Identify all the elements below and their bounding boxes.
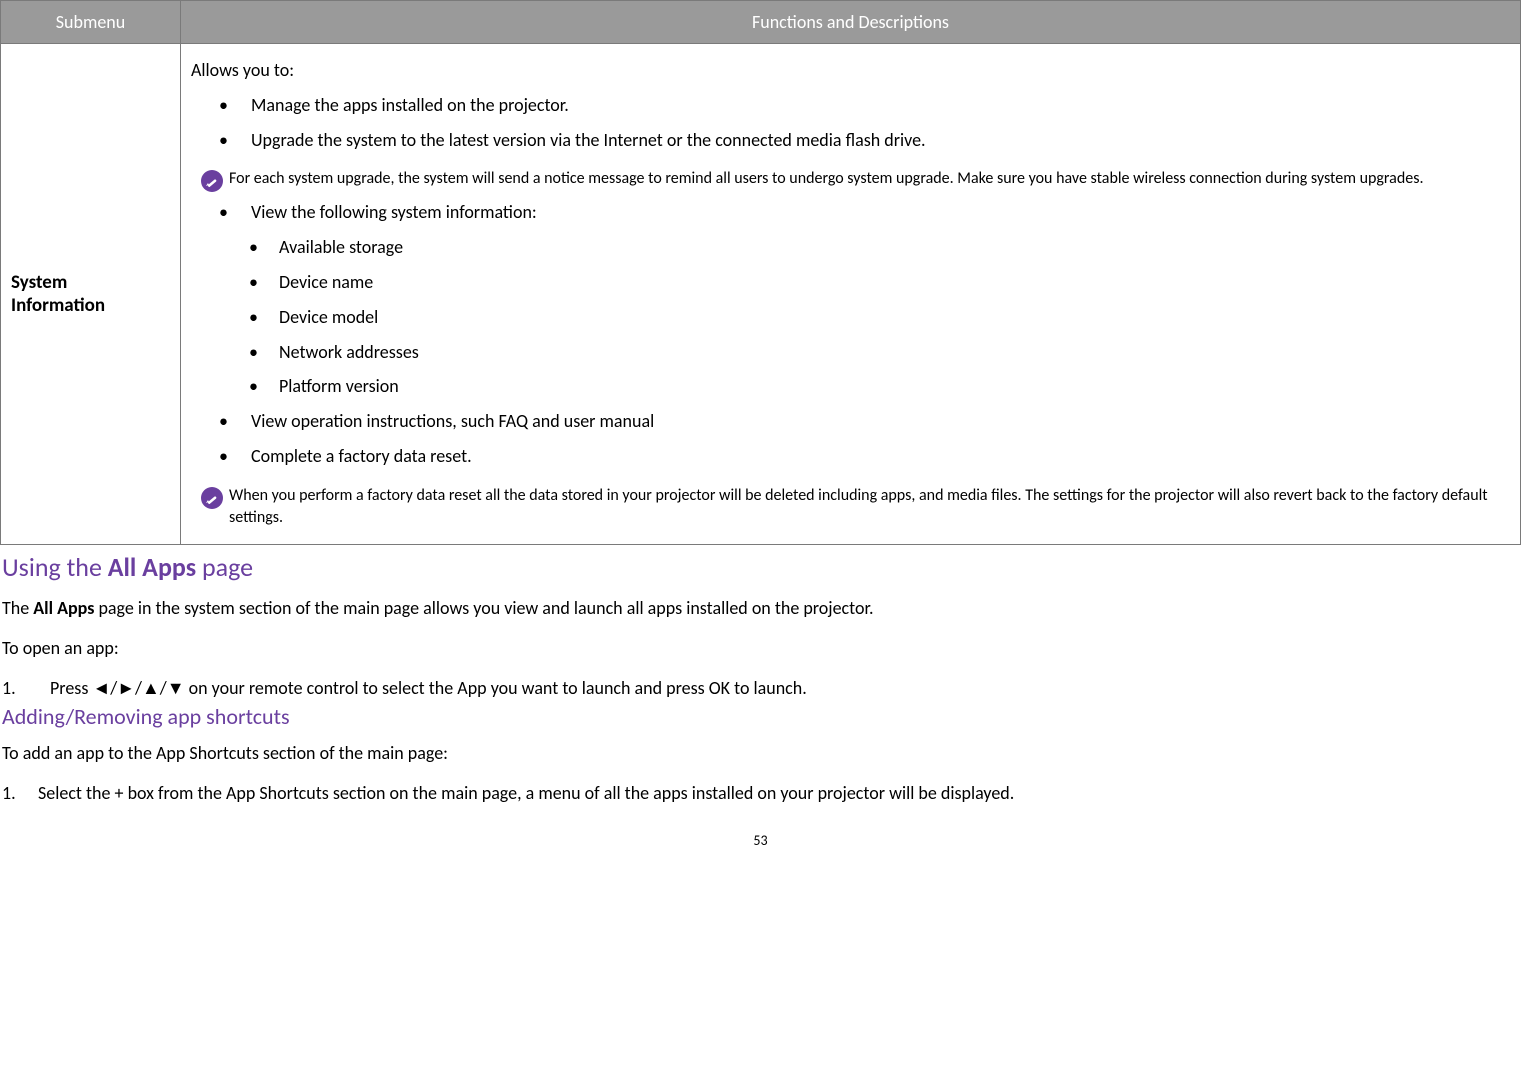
- submenu-table: Submenu Functions and Descriptions Syste…: [0, 0, 1521, 545]
- note-text: When you perform a factory data reset al…: [229, 485, 1510, 530]
- note-block: When you perform a factory data reset al…: [201, 485, 1510, 530]
- row-description: Allows you to: Manage the apps installed…: [181, 44, 1521, 545]
- heading-post: page: [196, 551, 253, 583]
- list-item: View the following system information:: [191, 198, 1510, 227]
- step-pre: Select the: [38, 782, 115, 804]
- page-number: 53: [0, 832, 1521, 849]
- intro-text: Allows you to:: [191, 56, 1510, 85]
- ok-key: OK: [709, 677, 730, 699]
- list-item: Device name: [191, 268, 1510, 297]
- table-header-functions: Functions and Descriptions: [181, 1, 1521, 44]
- list-item: View operation instructions, such FAQ an…: [191, 407, 1510, 436]
- body-paragraph: To add an app to the App Shortcuts secti…: [2, 742, 1521, 764]
- step-pre: Press: [50, 677, 92, 699]
- list-item: Platform version: [191, 372, 1510, 401]
- list-item: 1. Press ◄/►/▲/▼ on your remote control …: [2, 677, 1521, 699]
- step-post: to launch.: [730, 677, 807, 699]
- row-title-line2: Information: [11, 294, 105, 317]
- row-title-line1: System: [11, 271, 67, 294]
- pencil-note-icon: [201, 170, 223, 192]
- step-post: box from the App Shortcuts section on th…: [124, 782, 1015, 804]
- heading-pre: Using the: [2, 551, 108, 583]
- ordered-list: 1. Press ◄/►/▲/▼ on your remote control …: [2, 677, 1521, 699]
- section-heading-all-apps: Using the All Apps page: [2, 551, 1521, 583]
- ordered-list: 1. Select the + box from the App Shortcu…: [2, 782, 1521, 804]
- list-item: Complete a factory data reset.: [191, 442, 1510, 471]
- p1-bold: All Apps: [33, 597, 94, 619]
- p1-post: page in the system section of the main p…: [94, 597, 873, 619]
- list-item: Available storage: [191, 233, 1510, 262]
- list-item: Manage the apps installed on the project…: [191, 91, 1510, 120]
- p1-pre: The: [2, 597, 33, 619]
- note-block: For each system upgrade, the system will…: [201, 168, 1510, 192]
- list-item: Device model: [191, 303, 1510, 332]
- body-paragraph: To open an app:: [2, 637, 1521, 659]
- step-number: 1.: [2, 677, 16, 699]
- step-mid: on your remote control to select the App…: [185, 677, 709, 699]
- direction-keys: ◄/►/▲/▼: [92, 677, 184, 699]
- row-title: System Information: [1, 44, 181, 545]
- list-item: Upgrade the system to the latest version…: [191, 126, 1510, 155]
- step-number: 1.: [2, 782, 16, 804]
- sub-heading-shortcuts: Adding/Removing app shortcuts: [2, 703, 1521, 730]
- heading-bold: All Apps: [108, 551, 196, 583]
- plus-key: +: [115, 782, 124, 804]
- table-header-submenu: Submenu: [1, 1, 181, 44]
- table-row: System Information Allows you to: Manage…: [1, 44, 1521, 545]
- note-text: For each system upgrade, the system will…: [229, 168, 1428, 190]
- list-item: Network addresses: [191, 338, 1510, 367]
- pencil-note-icon: [201, 487, 223, 509]
- list-item: 1. Select the + box from the App Shortcu…: [2, 782, 1521, 804]
- body-paragraph: The All Apps page in the system section …: [2, 597, 1521, 619]
